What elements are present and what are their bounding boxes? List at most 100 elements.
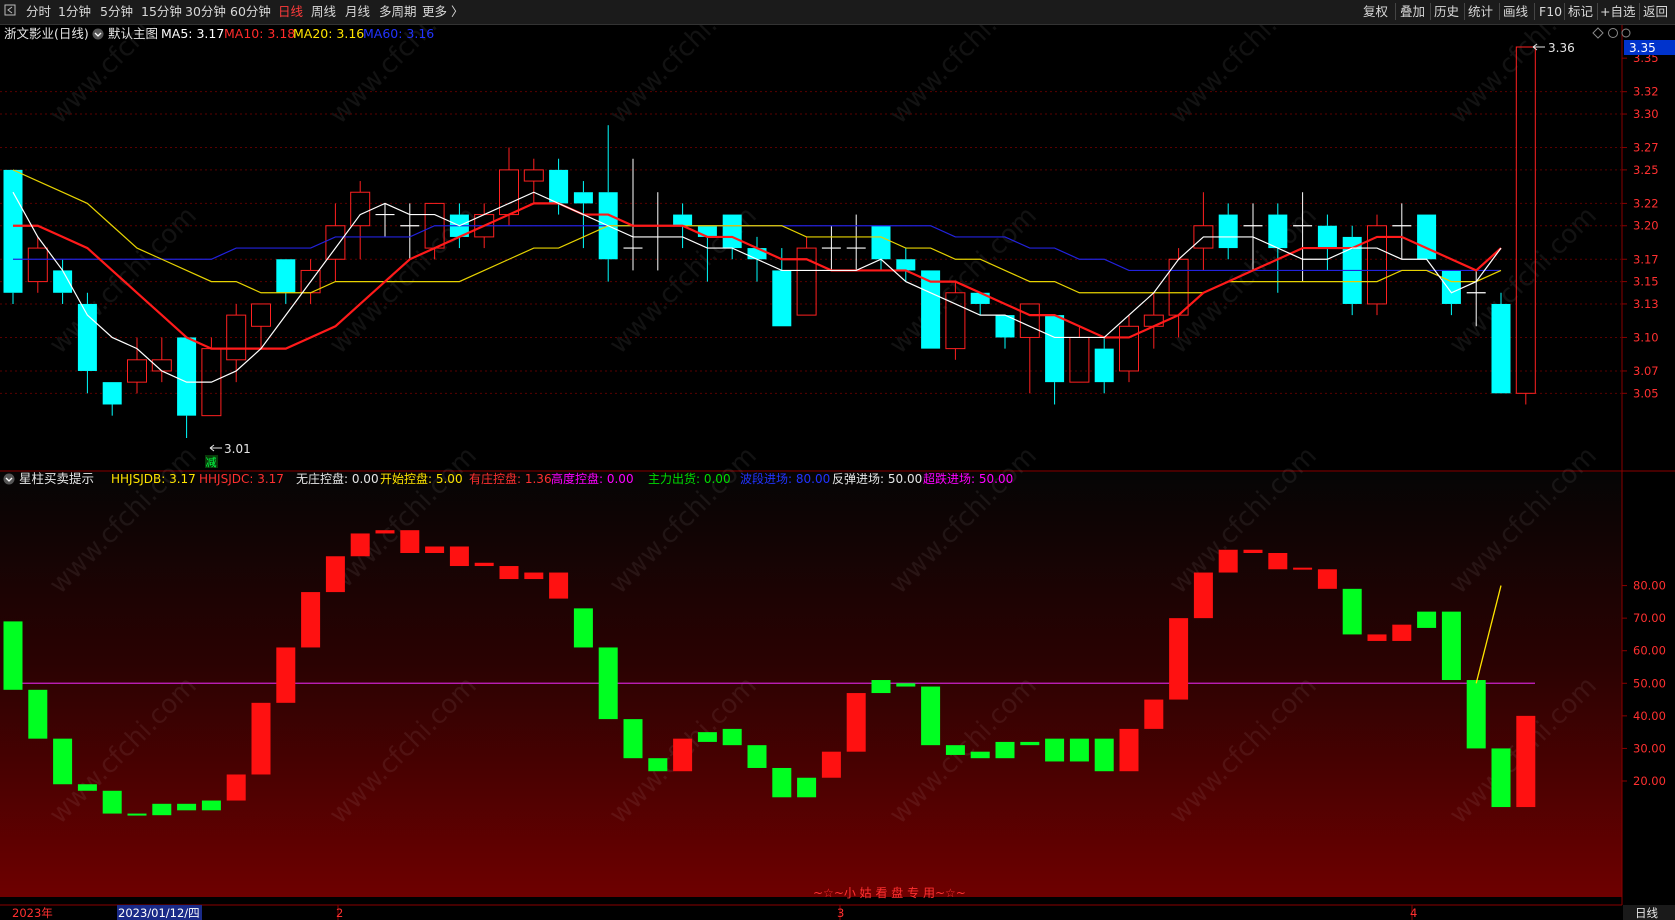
tool-huaxian[interactable]: 画线 xyxy=(1503,3,1528,21)
indicator-bar-red xyxy=(673,738,693,772)
candle-body-down xyxy=(3,169,23,293)
period-more[interactable]: 更多 〉 xyxy=(422,3,463,21)
indicator-bar-green xyxy=(797,777,817,798)
current-price-text: 3.35 xyxy=(1629,41,1656,55)
candle-body-down xyxy=(772,270,792,327)
candle-body-down xyxy=(896,259,916,271)
period-fenshi[interactable]: 分时 xyxy=(26,3,51,21)
indicator-value-label: 开始控盘: 5.00 xyxy=(380,471,463,486)
period-5min[interactable]: 5分钟 xyxy=(100,3,133,21)
tool-add-favorite[interactable]: +自选 xyxy=(1600,3,1635,21)
price-tick-label: 3.25 xyxy=(1633,163,1659,177)
divider xyxy=(1464,3,1465,20)
candle-body-down xyxy=(1094,348,1114,383)
period-daily[interactable]: 日线 xyxy=(278,3,303,21)
price-tick-label: 3.13 xyxy=(1633,297,1659,311)
indicator-bar-green xyxy=(697,732,717,742)
ma20-label: MA20: 3.16 xyxy=(293,26,364,41)
candle-body-down xyxy=(102,382,122,405)
price-tick-label: 3.07 xyxy=(1633,364,1659,378)
candle-body-down xyxy=(970,292,990,304)
period-30min[interactable]: 30分钟 xyxy=(185,3,226,21)
divider xyxy=(1597,3,1598,20)
tool-tongji[interactable]: 统计 xyxy=(1468,3,1493,21)
period-weekly[interactable]: 周线 xyxy=(311,3,336,21)
divider xyxy=(1564,3,1565,20)
period-multi[interactable]: 多周期 xyxy=(379,3,417,21)
ma5-label: MA5: 3.17 xyxy=(161,26,224,41)
indicator-bar-green xyxy=(648,758,668,772)
indicator-dropdown-icon[interactable] xyxy=(3,473,15,485)
indicator-name[interactable]: 星柱买卖提示 xyxy=(19,471,94,486)
indicator-bar-green xyxy=(102,790,122,814)
indicator-bar-green xyxy=(28,689,48,739)
indicator-bar-red xyxy=(474,562,494,567)
indicator-bar-green xyxy=(77,784,97,791)
price-tick-label: 3.10 xyxy=(1633,330,1659,344)
indicator-bar-red xyxy=(1218,549,1238,573)
price-tick-label: 3.27 xyxy=(1633,141,1659,155)
indicator-value-labels: HHJSJDB: 3.17 HHJSJDC: 3.17 无庄控盘: 0.00 开始控盘… xyxy=(111,471,1013,486)
indicator-bar-green xyxy=(1466,680,1486,749)
indicator-bar-red xyxy=(1317,569,1337,589)
indicator-value-label: 无庄控盘: 0.00 xyxy=(296,471,379,486)
indicator-bar-green xyxy=(623,719,643,759)
indicator-bar-green xyxy=(1020,741,1040,746)
period-15min[interactable]: 15分钟 xyxy=(141,3,182,21)
indicator-tick-label: 60.00 xyxy=(1633,644,1666,658)
indicator-tick-label: 70.00 xyxy=(1633,611,1666,625)
indicator-bar-red xyxy=(1392,624,1412,641)
price-tick-label: 3.05 xyxy=(1633,386,1659,400)
indicator-tick-label: 50.00 xyxy=(1633,676,1666,690)
indicator-bar-red xyxy=(251,702,271,775)
period-60min[interactable]: 60分钟 xyxy=(230,3,271,21)
indicator-tick-label: 20.00 xyxy=(1633,774,1666,788)
indicator-bar-green xyxy=(921,686,941,746)
period-1min[interactable]: 1分钟 xyxy=(58,3,91,21)
indicator-bar-green xyxy=(598,647,618,720)
watermark-caption: ~☆~小 姑 看 盘 专 用~☆~ xyxy=(813,885,966,900)
divider xyxy=(1639,3,1640,20)
indicator-bar-red xyxy=(1367,634,1387,641)
indicator-bar-green xyxy=(573,608,593,648)
indicator-bar-red xyxy=(1119,728,1139,772)
period-label[interactable]: 日线 xyxy=(1635,906,1658,920)
tool-fuquan[interactable]: 复权 xyxy=(1363,3,1388,21)
candle-body-down xyxy=(573,192,593,204)
tool-return[interactable]: 返回 xyxy=(1643,3,1668,21)
tool-biaoji[interactable]: 标记 xyxy=(1568,3,1593,21)
tool-diejia[interactable]: 叠加 xyxy=(1400,3,1425,21)
indicator-bar-red xyxy=(1516,715,1536,808)
indicator-bar-green xyxy=(1045,738,1065,762)
template-dropdown-icon[interactable] xyxy=(92,28,104,40)
indicator-value-label: 超跌进场: 50.00 xyxy=(923,471,1013,486)
template-label[interactable]: 默认主图 xyxy=(108,26,158,41)
candle-body-down xyxy=(1268,214,1288,249)
sub-chart-bg xyxy=(0,472,1622,897)
tool-lishi[interactable]: 历史 xyxy=(1434,3,1459,21)
indicator-bar-red xyxy=(301,592,321,648)
indicator-bar-red xyxy=(449,546,469,567)
indicator-bar-green xyxy=(747,745,767,768)
stock-title: 浙文影业(日线) xyxy=(4,26,89,41)
indicator-bar-green xyxy=(1094,738,1114,772)
indicator-bar-red xyxy=(524,572,544,580)
indicator-bar-green xyxy=(1441,611,1461,681)
tool-f10[interactable]: F10 xyxy=(1539,3,1562,21)
indicator-bar-red xyxy=(425,546,445,553)
price-tick-label: 3.15 xyxy=(1633,275,1659,289)
divider xyxy=(1534,3,1535,20)
candle-body-down xyxy=(1441,270,1461,304)
ma60-label: MA60: 3.16 xyxy=(363,26,434,41)
chart-area[interactable]: www.cfchi.com www.cfchi.com www.cfchi.com w… xyxy=(0,25,1675,920)
period-monthly[interactable]: 月线 xyxy=(345,3,370,21)
indicator-value-label: 主力出货: 0.00 xyxy=(648,471,731,486)
indicator-bar-red xyxy=(499,566,519,580)
candle-body-down xyxy=(1317,225,1337,249)
candle-body-down xyxy=(1218,214,1238,249)
indicator-value-label: 反弹进场: 50.00 xyxy=(832,472,922,486)
candle-body-down xyxy=(549,169,569,204)
divider xyxy=(1430,3,1431,20)
back-arrow-icon[interactable] xyxy=(4,3,16,21)
indicator-bar-green xyxy=(970,751,990,759)
